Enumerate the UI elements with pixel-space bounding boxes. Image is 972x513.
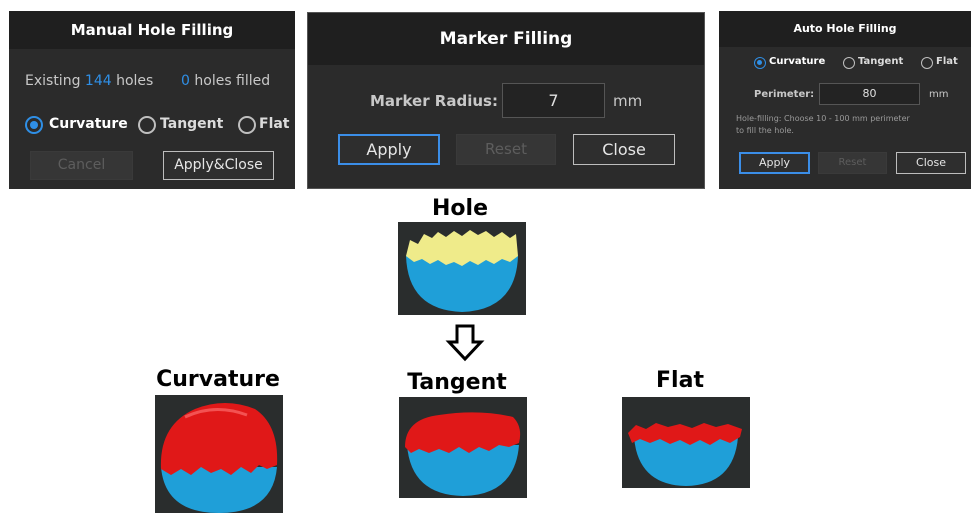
holes-word: holes xyxy=(116,73,154,89)
flat-image xyxy=(622,397,750,488)
down-arrow-icon xyxy=(445,324,485,362)
existing-count: 144 xyxy=(84,73,112,89)
radio-icon xyxy=(843,57,855,69)
radio-label-tangent: Tangent xyxy=(160,116,224,132)
auto-radio-label-curvature: Curvature xyxy=(769,56,826,67)
auto-reset-button[interactable]: Reset xyxy=(818,152,887,174)
auto-radio-label-tangent: Tangent xyxy=(858,56,904,67)
tangent-fill-graphic xyxy=(405,412,521,496)
tangent-image xyxy=(399,397,527,498)
auto-panel-title: Auto Hole Filling xyxy=(719,11,971,47)
filled-label: holes filled xyxy=(194,73,271,89)
manual-panel-title: Manual Hole Filling xyxy=(9,11,295,49)
auto-close-button[interactable]: Close xyxy=(896,152,966,174)
marker-panel-title: Marker Filling xyxy=(308,13,704,65)
apply-close-button[interactable]: Apply&Close xyxy=(163,151,274,180)
marker-radius-label: Marker Radius: xyxy=(370,92,498,110)
radio-icon xyxy=(754,57,766,69)
auto-apply-button[interactable]: Apply xyxy=(739,152,810,174)
marker-close-button[interactable]: Close xyxy=(573,134,675,165)
auto-radio-option-flat[interactable]: Flat xyxy=(921,56,963,70)
auto-hole-filling-panel: Auto Hole Filling Curvature Tangent Flat… xyxy=(719,11,971,189)
radio-icon xyxy=(238,116,256,134)
auto-radio-option-tangent[interactable]: Tangent xyxy=(843,56,909,70)
radio-label-curvature: Curvature xyxy=(49,116,128,132)
hint-line-2: to fill the hole. xyxy=(736,126,794,135)
radio-label-flat: Flat xyxy=(259,116,290,132)
curvature-image xyxy=(155,395,283,513)
existing-label: Existing xyxy=(25,73,81,89)
radio-option-tangent[interactable]: Tangent xyxy=(138,115,234,135)
flat-heading: Flat xyxy=(656,368,704,393)
radio-icon xyxy=(921,57,933,69)
radio-option-flat[interactable]: Flat xyxy=(238,115,293,135)
radio-icon xyxy=(138,116,156,134)
hole-heading: Hole xyxy=(432,196,488,221)
manual-hole-filling-panel: Manual Hole Filling Existing 144 holes 0… xyxy=(9,11,295,189)
existing-holes-text: Existing 144 holes xyxy=(25,73,153,89)
marker-apply-button[interactable]: Apply xyxy=(338,134,440,165)
perimeter-input[interactable]: 80 xyxy=(819,83,920,105)
marker-radius-unit: mm xyxy=(613,92,643,110)
filled-count: 0 xyxy=(181,73,190,89)
perimeter-label: Perimeter: xyxy=(754,89,815,100)
auto-radio-option-curvature[interactable]: Curvature xyxy=(754,56,832,70)
marker-reset-button[interactable]: Reset xyxy=(456,134,556,165)
cancel-button[interactable]: Cancel xyxy=(30,151,133,180)
radio-option-curvature[interactable]: Curvature xyxy=(25,115,131,135)
radio-icon xyxy=(25,116,43,134)
filled-holes-text: 0 holes filled xyxy=(181,73,270,89)
hint-line-1: Hole-filling: Choose 10 - 100 mm perimet… xyxy=(736,114,910,123)
hole-hemisphere-graphic xyxy=(406,230,518,312)
curvature-fill-graphic xyxy=(160,403,278,513)
auto-radio-label-flat: Flat xyxy=(936,56,958,67)
curvature-heading: Curvature xyxy=(156,367,280,392)
perimeter-unit: mm xyxy=(929,89,949,100)
tangent-heading: Tangent xyxy=(407,370,507,395)
hole-image xyxy=(398,222,526,315)
marker-radius-input[interactable]: 7 xyxy=(502,83,605,118)
flat-fill-graphic xyxy=(628,423,742,486)
marker-filling-panel: Marker Filling Marker Radius: 7 mm Apply… xyxy=(307,12,705,189)
